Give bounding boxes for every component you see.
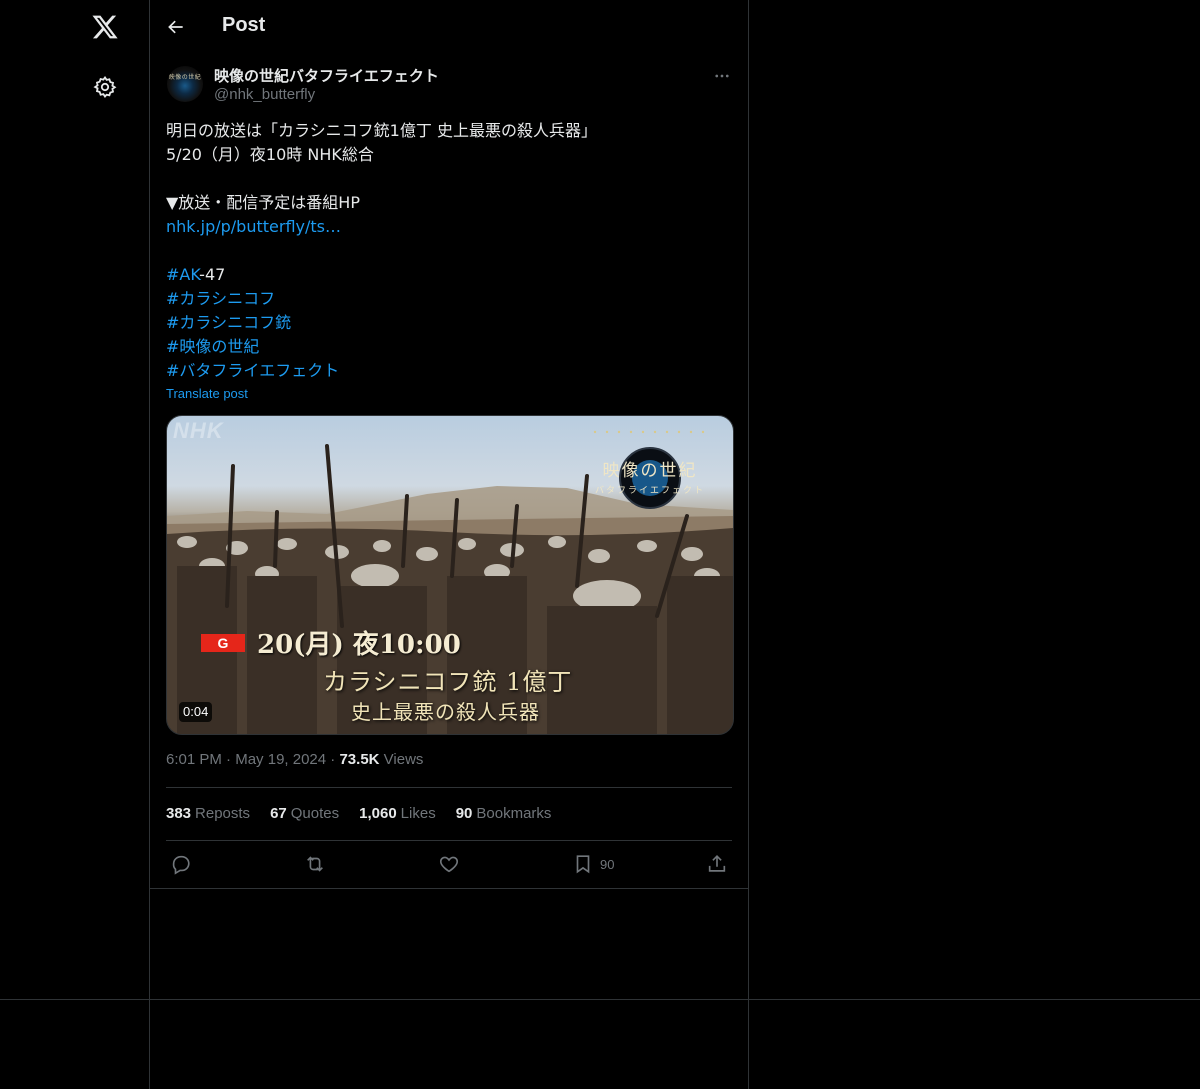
bookmarks-stat[interactable]: 90 Bookmarks	[456, 805, 552, 822]
reply-button[interactable]	[170, 851, 192, 877]
heart-icon	[439, 856, 459, 873]
post-date[interactable]: May 19, 2024	[235, 751, 326, 768]
post-stats: 383 Reposts 67 Quotes 1,060 Likes 90 Bookmar…	[166, 805, 551, 822]
bookmarks-label: Bookmarks	[476, 805, 552, 822]
bookmark-count: 90	[600, 856, 615, 872]
translate-post-link[interactable]: Translate post	[166, 386, 248, 401]
more-dots-icon	[715, 74, 729, 78]
quotes-label: Quotes	[290, 805, 340, 822]
action-bar: 90	[166, 851, 732, 877]
views-count: 73.5K	[339, 751, 380, 768]
post-meta: 6:01 PM · May 19, 2024 · 73.5K Views	[166, 751, 423, 768]
quotes-count: 67	[270, 805, 287, 822]
nhk-watermark: NHK	[173, 418, 224, 443]
post-line: 明日の放送は「カラシニコフ銃1億丁 史上最悪の殺人兵器」	[166, 121, 597, 140]
hashtag-suffix: -47	[199, 265, 226, 284]
meta-separator: ·	[330, 751, 336, 768]
share-button[interactable]	[706, 851, 728, 877]
like-button[interactable]	[438, 851, 460, 877]
avatar-text: 映像の世紀	[168, 74, 202, 81]
left-nav	[0, 0, 150, 1089]
hashtag-link[interactable]: #映像の世紀	[166, 337, 259, 356]
series-logo: 映像の世紀 バタフライエフェクト	[595, 456, 705, 496]
hashtag-link[interactable]: #バタフライエフェクト	[166, 361, 339, 380]
views-label: Views	[383, 751, 424, 768]
reply-icon	[172, 855, 190, 875]
post-line: ▼放送・配信予定は番組HP	[166, 193, 360, 212]
author-handle[interactable]: @nhk_butterfly	[214, 86, 315, 103]
bottom-divider	[0, 999, 1200, 1000]
likes-label: Likes	[400, 805, 436, 822]
app-frame: Post 映像の世紀 映像の世紀バタフライエフェクト @nhk_butterfl…	[0, 0, 1200, 1089]
back-button[interactable]	[164, 15, 188, 39]
gear-icon[interactable]	[92, 74, 118, 100]
hashtag-link[interactable]: #AK	[166, 265, 199, 284]
post-link[interactable]: nhk.jp/p/butterfly/ts…	[166, 217, 341, 236]
quotes-stat[interactable]: 67 Quotes	[270, 805, 339, 822]
hashtag-link[interactable]: #カラシニコフ銃	[166, 313, 291, 332]
divider	[166, 787, 732, 788]
page-title: Post	[222, 14, 266, 36]
repost-icon	[307, 856, 323, 872]
video-player[interactable]: NHK 映像の世紀 バタフライエフェクト G 20(月) 夜10:00 カラシニ…	[166, 415, 734, 735]
reposts-label: Reposts	[195, 805, 251, 822]
bookmark-button[interactable]: 90	[572, 851, 614, 877]
x-logo-icon[interactable]	[90, 12, 120, 42]
avatar[interactable]: 映像の世紀	[167, 66, 203, 102]
arrow-left-icon	[168, 20, 183, 34]
post-bottom-border	[150, 888, 748, 889]
post-time[interactable]: 6:01 PM	[166, 751, 222, 768]
meta-separator: ·	[226, 751, 232, 768]
page-header: Post	[150, 0, 748, 54]
video-overlay-subtitle: 史上最悪の殺人兵器	[351, 700, 540, 724]
series-logo-title: 映像の世紀	[602, 461, 698, 481]
main-column: Post 映像の世紀 映像の世紀バタフライエフェクト @nhk_butterfl…	[150, 0, 749, 1089]
more-options-button[interactable]	[710, 64, 734, 88]
channel-badge: G	[201, 634, 245, 652]
video-overlay-title: カラシニコフ銃 1億丁	[323, 668, 573, 696]
reposts-count: 383	[166, 805, 192, 822]
bookmarks-count: 90	[455, 805, 473, 822]
post-line: 5/20（月）夜10時 NHK総合	[166, 145, 374, 164]
repost-button[interactable]	[304, 851, 326, 877]
likes-stat[interactable]: 1,060 Likes	[359, 805, 436, 822]
hashtag-link[interactable]: #カラシニコフ	[166, 289, 275, 308]
share-icon	[708, 855, 726, 872]
video-duration-badge: 0:04	[179, 702, 213, 722]
series-logo-subtitle: バタフライエフェクト	[595, 486, 705, 496]
post-text: 明日の放送は「カラシニコフ銃1億丁 史上最悪の殺人兵器」 5/20（月）夜10時…	[166, 119, 732, 383]
divider	[166, 840, 732, 841]
bookmark-icon	[576, 855, 590, 874]
author-display-name[interactable]: 映像の世紀バタフライエフェクト	[214, 65, 439, 86]
reposts-stat[interactable]: 383 Reposts	[166, 805, 250, 822]
likes-count: 1,060	[359, 805, 397, 822]
air-time-overlay: 20(月) 夜10:00	[257, 630, 461, 660]
